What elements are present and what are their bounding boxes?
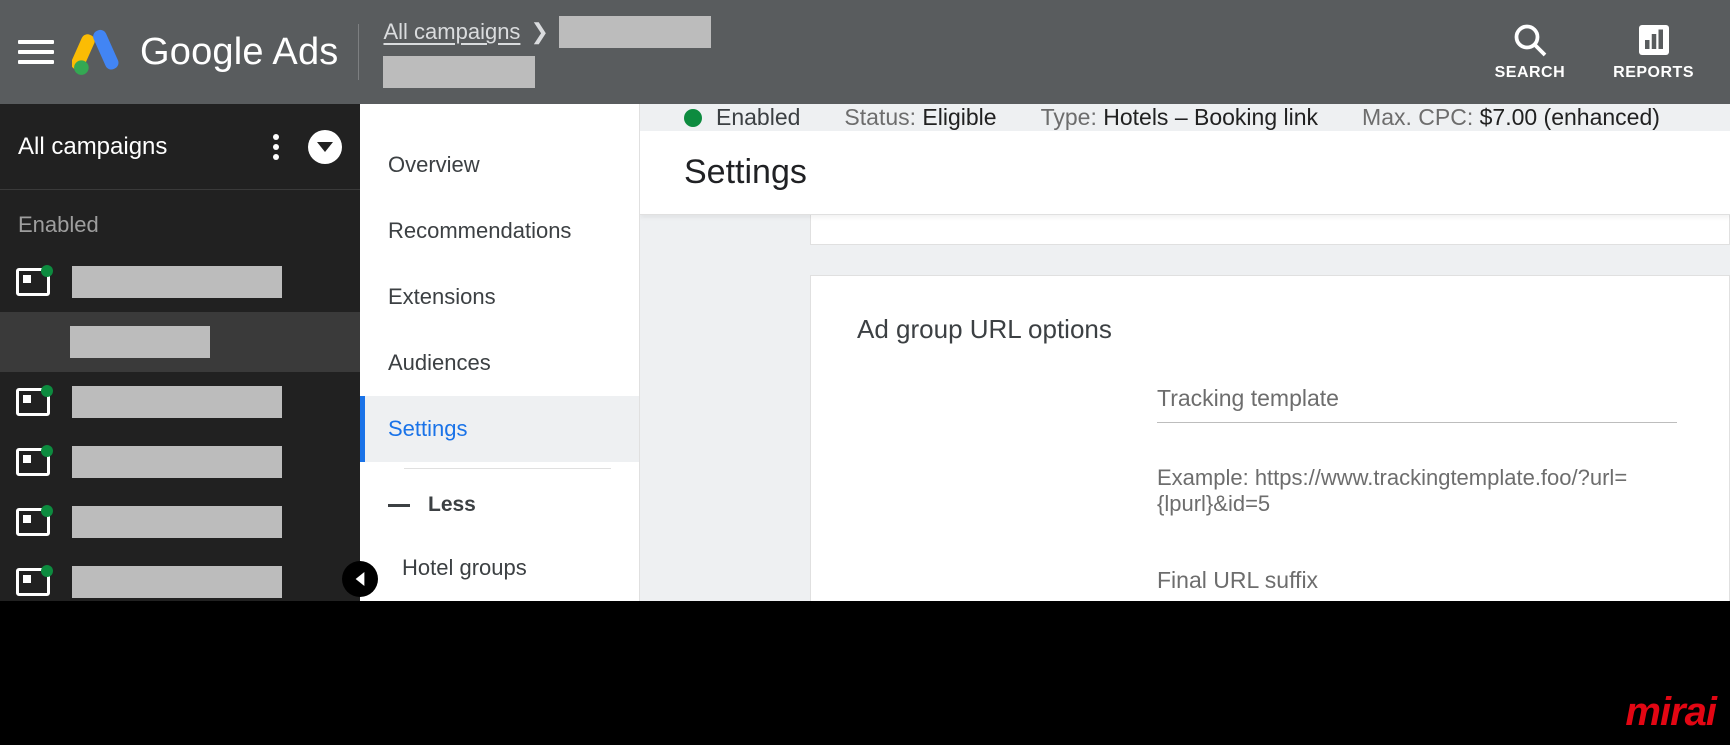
campaign-type-icon bbox=[16, 388, 50, 416]
nav-overview[interactable]: Overview bbox=[360, 132, 639, 198]
status-type: Type: Hotels – Booking link bbox=[1041, 104, 1318, 131]
settings-card-collapsed[interactable] bbox=[810, 215, 1730, 245]
campaign-name-redacted bbox=[72, 386, 282, 418]
minus-icon bbox=[388, 504, 410, 507]
adgroup-name-redacted bbox=[70, 326, 210, 358]
campaign-type-icon bbox=[16, 508, 50, 536]
main-content: Enabled Status: Eligible Type: Hotels – … bbox=[640, 104, 1730, 601]
tracking-template-example: Example: https://www.trackingtemplate.fo… bbox=[1157, 465, 1683, 517]
page-nav-panel: Overview Recommendations Extensions Audi… bbox=[360, 104, 640, 601]
status-dot-icon bbox=[684, 109, 702, 127]
nav-extensions[interactable]: Extensions bbox=[360, 264, 639, 330]
breadcrumb-adgroup-redacted[interactable] bbox=[383, 56, 535, 88]
watermark-mirai: mirai bbox=[1625, 690, 1716, 735]
expand-toggle[interactable] bbox=[308, 130, 342, 164]
nav-audiences[interactable]: Audiences bbox=[360, 330, 639, 396]
adgroup-item-selected[interactable] bbox=[0, 312, 360, 372]
campaign-name-redacted bbox=[72, 446, 282, 478]
status-eligible: Status: Eligible bbox=[844, 104, 996, 131]
campaign-type-icon bbox=[16, 448, 50, 476]
campaign-item[interactable] bbox=[0, 252, 360, 312]
leftnav-status-filter[interactable]: Enabled bbox=[0, 190, 360, 252]
nav-separator bbox=[404, 468, 611, 469]
reports-icon bbox=[1636, 22, 1672, 58]
footer-bar: mirai bbox=[0, 601, 1730, 745]
campaign-type-icon bbox=[16, 568, 50, 596]
search-label: SEARCH bbox=[1495, 64, 1566, 82]
campaign-name-redacted bbox=[72, 566, 282, 598]
status-bar: Enabled Status: Eligible Type: Hotels – … bbox=[640, 104, 1730, 131]
brand-logo-area[interactable]: Google Ads bbox=[72, 27, 338, 77]
search-button[interactable]: SEARCH bbox=[1495, 22, 1566, 82]
final-url-suffix-input[interactable]: Final URL suffix bbox=[1157, 567, 1677, 601]
breadcrumb-campaign-redacted[interactable] bbox=[559, 16, 711, 48]
collapse-leftnav-button[interactable] bbox=[342, 561, 378, 597]
less-label: Less bbox=[428, 493, 476, 517]
campaign-name-redacted bbox=[72, 266, 282, 298]
campaign-item[interactable] bbox=[0, 492, 360, 552]
search-icon bbox=[1512, 22, 1548, 58]
leftnav-title[interactable]: All campaigns bbox=[18, 133, 262, 161]
campaign-item[interactable] bbox=[0, 372, 360, 432]
tracking-template-input[interactable]: Tracking template bbox=[1157, 385, 1677, 423]
status-enabled-dropdown[interactable]: Enabled bbox=[716, 104, 800, 131]
reports-label: REPORTS bbox=[1613, 64, 1694, 82]
nav-settings[interactable]: Settings bbox=[360, 396, 639, 462]
campaign-tree-panel: All campaigns Enabled bbox=[0, 104, 360, 601]
nav-less-toggle[interactable]: Less bbox=[360, 475, 639, 535]
more-options-icon[interactable] bbox=[262, 133, 290, 161]
campaign-name-redacted bbox=[72, 506, 282, 538]
breadcrumb-all-campaigns[interactable]: All campaigns bbox=[383, 19, 520, 45]
url-options-card: Ad group URL options Tracking template E… bbox=[810, 275, 1730, 601]
app-header: Google Ads All campaigns ❯ SEARCH bbox=[0, 0, 1730, 104]
menu-icon[interactable] bbox=[18, 34, 54, 70]
campaign-item[interactable] bbox=[0, 432, 360, 492]
google-ads-logo-icon bbox=[72, 27, 122, 77]
brand-text: Google Ads bbox=[140, 31, 338, 74]
campaign-type-icon bbox=[16, 268, 50, 296]
status-max-cpc: Max. CPC: $7.00 (enhanced) bbox=[1362, 104, 1660, 131]
url-options-title: Ad group URL options bbox=[857, 314, 1683, 345]
nav-recommendations[interactable]: Recommendations bbox=[360, 198, 639, 264]
breadcrumb: All campaigns ❯ bbox=[383, 16, 710, 88]
reports-button[interactable]: REPORTS bbox=[1613, 22, 1694, 82]
chevron-right-icon: ❯ bbox=[530, 19, 548, 45]
header-separator bbox=[358, 24, 359, 80]
page-title: Settings bbox=[640, 131, 1730, 215]
nav-hotel-groups[interactable]: Hotel groups bbox=[360, 535, 639, 601]
